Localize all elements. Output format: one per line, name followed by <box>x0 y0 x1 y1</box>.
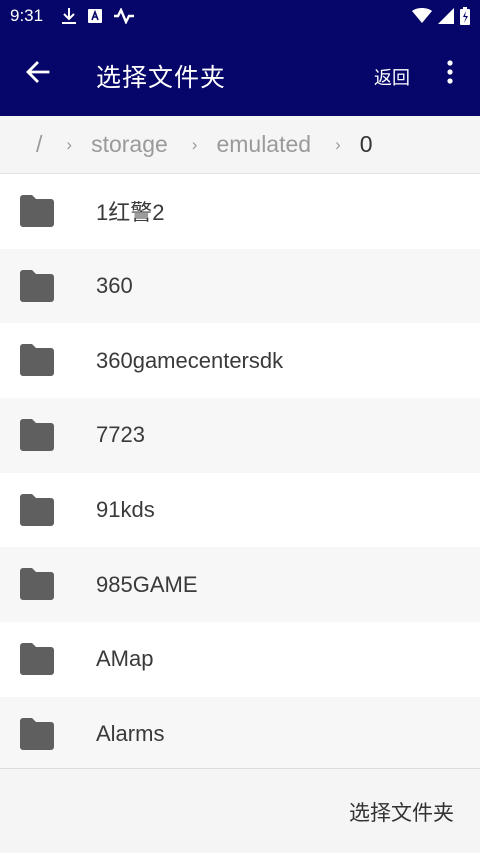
folder-icon <box>20 269 54 302</box>
status-right-icons <box>412 7 470 25</box>
page-title: 选择文件夹 <box>96 63 227 92</box>
breadcrumb: / › storage › emulated › 0 <box>0 116 480 174</box>
chevron-right-icon: › <box>335 134 341 154</box>
folder-row[interactable]: 1红警2 <box>0 174 480 249</box>
folder-icon <box>20 643 54 676</box>
back-arrow-button[interactable] <box>18 56 58 92</box>
folder-row[interactable]: Alarms <box>0 696 480 772</box>
folder-name: 360 <box>96 273 133 299</box>
status-left-icons <box>61 7 135 25</box>
signal-icon <box>438 8 454 24</box>
folder-list: 1红警2 360 360gamecentersdk 7723 91kds 985… <box>0 174 480 772</box>
folder-icon <box>20 493 54 526</box>
folder-row[interactable]: 985GAME <box>0 547 480 623</box>
folder-name: 7723 <box>96 422 145 448</box>
folder-name: 360gamecentersdk <box>96 347 284 373</box>
folder-name: 91kds <box>96 497 155 523</box>
folder-icon <box>20 344 54 377</box>
folder-row[interactable]: 360gamecentersdk <box>0 323 480 399</box>
download-icon <box>61 7 77 25</box>
back-text-button[interactable]: 返回 <box>374 64 410 90</box>
folder-row[interactable]: 7723 <box>0 398 480 473</box>
folder-name: 1红警2 <box>96 200 165 226</box>
activity-icon <box>113 8 135 24</box>
folder-name: AMap <box>96 646 154 672</box>
overflow-menu-button[interactable] <box>436 58 464 90</box>
battery-charging-icon <box>460 7 470 25</box>
select-folder-button[interactable]: 选择文件夹 <box>349 797 454 827</box>
folder-row[interactable]: 360 <box>0 248 480 324</box>
folder-row[interactable]: AMap <box>0 622 480 697</box>
folder-icon <box>20 568 54 601</box>
chevron-right-icon: › <box>191 134 198 154</box>
wifi-icon <box>412 8 432 24</box>
more-vert-icon <box>447 60 453 88</box>
folder-name: 985GAME <box>96 571 198 597</box>
breadcrumb-current[interactable]: 0 <box>360 131 373 158</box>
folder-icon <box>20 195 54 227</box>
breadcrumb-storage[interactable]: storage <box>91 131 168 158</box>
status-time: 9:31 <box>10 6 44 25</box>
status-bar: 9:31 <box>0 0 480 32</box>
bottom-bar: 选择文件夹 <box>0 768 480 853</box>
arrow-left-icon <box>26 61 50 87</box>
a-box-icon <box>87 8 103 24</box>
chevron-right-icon: › <box>66 134 73 154</box>
breadcrumb-emulated[interactable]: emulated <box>216 131 311 158</box>
folder-icon <box>20 419 54 452</box>
breadcrumb-root[interactable]: / <box>36 131 42 158</box>
folder-icon <box>20 717 54 750</box>
app-bar: 选择文件夹 返回 <box>0 32 480 116</box>
folder-name: Alarms <box>96 721 165 747</box>
folder-row[interactable]: 91kds <box>0 472 480 548</box>
